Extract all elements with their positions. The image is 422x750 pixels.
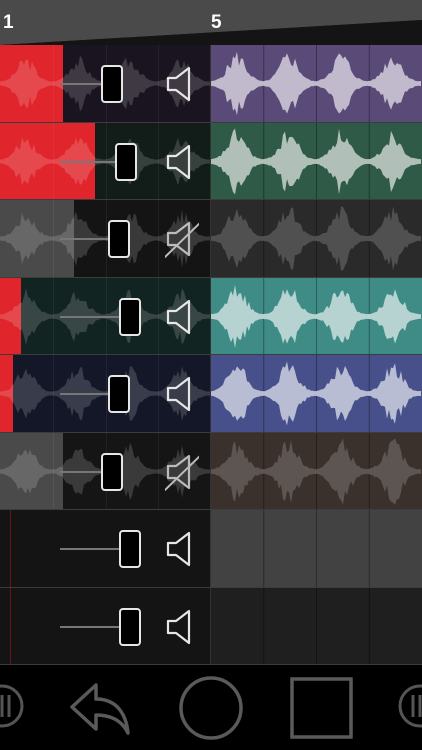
clip-waveform (211, 200, 421, 277)
speaker-icon[interactable] (165, 530, 199, 568)
next-menu-icon[interactable] (396, 683, 422, 729)
clip-waveform (211, 355, 421, 432)
volume-fader-knob[interactable] (118, 607, 141, 646)
speaker-icon[interactable] (165, 375, 199, 413)
track-row (0, 587, 422, 665)
beat-gridline (52, 122, 54, 200)
clip-grid (263, 587, 370, 665)
track-mixer[interactable] (0, 587, 211, 665)
back-icon[interactable] (66, 679, 136, 737)
track-row (0, 45, 422, 122)
beat-gridline (52, 277, 54, 355)
track-mixer[interactable] (0, 122, 211, 200)
volume-fader-knob[interactable] (101, 65, 124, 103)
track-mixer[interactable] (0, 355, 211, 432)
audio-clip[interactable] (211, 200, 422, 277)
speaker-icon[interactable] (165, 608, 199, 646)
track-row (0, 277, 422, 355)
speaker-muted-icon[interactable] (165, 453, 199, 491)
prev-menu-icon[interactable] (0, 683, 26, 729)
track-list (0, 45, 422, 665)
speaker-icon[interactable] (165, 143, 199, 181)
volume-fader-knob[interactable] (118, 297, 141, 336)
audio-clip[interactable] (211, 432, 422, 510)
track-row (0, 432, 422, 510)
volume-fader-knob[interactable] (108, 220, 131, 258)
beat-gridline (158, 277, 160, 355)
audio-clip[interactable] (211, 277, 422, 355)
playhead-marker (10, 587, 11, 665)
bar-number-1: 1 (3, 12, 14, 33)
clip-waveform (211, 432, 421, 510)
track-row (0, 200, 422, 277)
track-mixer[interactable] (0, 432, 211, 510)
beat-gridline (52, 432, 54, 510)
volume-fader-knob[interactable] (107, 375, 130, 413)
playhead-marker (10, 510, 11, 587)
bar-number-5: 5 (211, 12, 222, 33)
audio-clip[interactable] (211, 45, 422, 122)
beat-gridline (52, 355, 54, 432)
navigation-bar (0, 665, 422, 750)
track-row (0, 355, 422, 432)
speaker-icon[interactable] (165, 298, 199, 336)
speaker-muted-icon[interactable] (165, 220, 199, 258)
empty-clip-slot[interactable] (211, 587, 422, 665)
audio-clip[interactable] (211, 122, 422, 200)
audio-clip[interactable] (211, 355, 422, 432)
clip-waveform (211, 45, 421, 122)
track-mixer[interactable] (0, 200, 211, 277)
empty-clip-slot[interactable] (211, 510, 422, 587)
beat-gridline (52, 45, 54, 122)
clip-waveform (211, 277, 421, 355)
clip-waveform (211, 122, 421, 200)
track-mixer[interactable] (0, 510, 211, 587)
volume-fader-knob[interactable] (101, 452, 124, 491)
volume-fader-knob[interactable] (114, 142, 137, 181)
home-icon[interactable] (176, 675, 246, 741)
beat-gridline (158, 45, 160, 122)
beat-gridline (158, 432, 160, 510)
volume-fader-knob[interactable] (118, 530, 141, 568)
speaker-icon[interactable] (165, 65, 199, 103)
track-mixer[interactable] (0, 45, 211, 122)
track-mixer[interactable] (0, 277, 211, 355)
track-row (0, 510, 422, 587)
track-row (0, 122, 422, 200)
recents-icon[interactable] (289, 677, 355, 739)
timeline-ruler[interactable]: 1 5 (0, 0, 422, 45)
beat-gridline (158, 355, 160, 432)
beat-gridline (158, 122, 160, 200)
clip-grid (263, 510, 370, 587)
beat-gridline (52, 200, 54, 277)
beat-gridline (158, 200, 160, 277)
